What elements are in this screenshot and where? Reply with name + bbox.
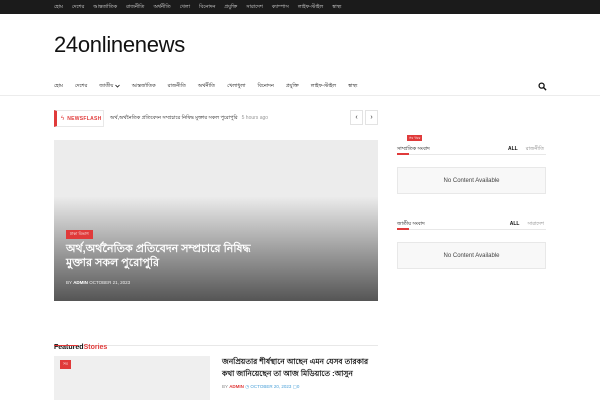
featured-meta: BY ADMIN ◷ OCTOBER 20, 2023 ▢0 <box>222 384 299 390</box>
post-date: OCTOBER 21, 2023 <box>89 280 131 285</box>
sidebar-widget-1: সব খবর সাম্প্রতিক সংবাদ ALL রাজনীতি No C… <box>397 135 546 194</box>
widget-accent-line <box>397 153 409 155</box>
top-nav-item[interactable]: সারাদেশ <box>246 3 263 11</box>
category-badge[interactable]: সব <box>60 360 71 369</box>
top-nav: হোম দেশের আন্তর্জাতিক রাজনীতি অর্থনীতি খ… <box>54 3 342 11</box>
site-logo[interactable]: 24onlinenews <box>54 32 185 58</box>
newsflash-label: NEWSFLASH <box>67 115 102 122</box>
author-link[interactable]: ADMIN <box>229 384 244 389</box>
lightning-icon: ϟ <box>61 115 65 122</box>
category-badge[interactable]: ঢাকা বিভাগ <box>66 230 93 239</box>
top-nav-item[interactable]: রাজনীতি <box>126 3 144 11</box>
sidebar-widget-2: জাতীয় সংবাদ ALL সারাদেশ No Content Avai… <box>397 218 546 269</box>
empty-state: No Content Available <box>397 167 546 194</box>
post-date: OCTOBER 20, 2023 <box>250 384 292 389</box>
by-label: BY <box>222 384 228 389</box>
main-nav-item[interactable]: আন্তর্জাতিক <box>132 83 156 91</box>
top-nav-item[interactable]: ক্যাম্পাস <box>272 3 289 11</box>
main-nav-item[interactable]: প্রযুক্তি <box>286 83 299 91</box>
comment-count[interactable]: 0 <box>297 384 300 389</box>
main-nav-item[interactable]: স্বাস্থ্য <box>348 83 357 91</box>
widget-accent-line <box>397 228 409 230</box>
by-label: BY <box>66 280 72 285</box>
top-nav-item[interactable]: বিনোদন <box>199 3 215 11</box>
main-nav-item[interactable]: রাজনীতি <box>168 83 186 91</box>
chevron-down-icon <box>114 84 120 88</box>
main-nav-item[interactable]: লাইফ-স্টাইল <box>311 83 336 91</box>
main-nav: হোম দেশের জাতীয় আন্তর্জাতিক রাজনীতি অর্… <box>0 78 600 96</box>
main-nav-item-dropdown[interactable]: জাতীয় <box>99 83 120 91</box>
top-nav-item[interactable]: অর্থনীতি <box>153 3 170 11</box>
main-nav-item[interactable]: দেশের <box>75 83 87 91</box>
main-nav-item[interactable]: খেলাধুলা <box>227 83 245 91</box>
tab-category[interactable]: সারাদেশ <box>527 221 544 229</box>
top-nav-item[interactable]: আন্তর্জাতিক <box>93 3 117 11</box>
tab-all[interactable]: ALL <box>510 221 520 229</box>
search-icon[interactable] <box>538 82 547 91</box>
widget-tag: সব খবর <box>407 135 423 141</box>
ticker-next-button[interactable]: › <box>365 110 378 125</box>
hero-meta: BY ADMIN OCTOBER 21, 2023 <box>66 280 130 285</box>
chevron-right-icon: › <box>370 114 373 121</box>
top-nav-item[interactable]: হোম <box>54 3 63 11</box>
top-bar: হোম দেশের আন্তর্জাতিক রাজনীতি অর্থনীতি খ… <box>0 0 600 14</box>
top-nav-item[interactable]: খেলা <box>180 3 191 11</box>
top-nav-item[interactable]: স্বাস্থ্য <box>332 3 341 11</box>
featured-title[interactable]: জনপ্রিয়তার শীর্ষস্থানে আছেন এমন যেসব তা… <box>222 356 378 380</box>
hero-article[interactable]: ঢাকা বিভাগ অর্থ,অর্থনৈতিক প্রতিবেদন সম্প… <box>54 140 378 301</box>
ticker-time: 5 hours ago <box>241 115 269 121</box>
author-link[interactable]: ADMIN <box>73 280 88 285</box>
hero-title[interactable]: অর্থ,অর্থনৈতিক প্রতিবেদন সম্প্রচারে নিষি… <box>66 242 276 270</box>
top-nav-item[interactable]: লাইফ-স্টাইল <box>298 3 323 11</box>
newsflash-ticker: ϟ NEWSFLASH অর্থ,অর্থনৈতিক প্রতিবেদন সম্… <box>54 110 378 127</box>
top-nav-item[interactable]: প্রযুক্তি <box>224 3 237 11</box>
widget-header: জাতীয় সংবাদ ALL সারাদেশ <box>397 218 546 230</box>
tab-category[interactable]: রাজনীতি <box>526 146 544 154</box>
main-nav-item[interactable]: বিনোদন <box>258 83 274 91</box>
featured-thumbnail[interactable]: সব <box>54 356 210 400</box>
tab-all[interactable]: ALL <box>508 146 518 154</box>
chevron-left-icon: ‹ <box>355 114 358 121</box>
ticker-headline-text: অর্থ,অর্থনৈতিক প্রতিবেদন সম্প্রচারে নিষি… <box>110 115 238 121</box>
clock-icon: ◷ <box>245 384 250 389</box>
ticker-prev-button[interactable]: ‹ <box>350 110 363 125</box>
main-nav-item[interactable]: হোম <box>54 83 63 91</box>
widget-header: সব খবর সাম্প্রতিক সংবাদ ALL রাজনীতি <box>397 135 546 155</box>
top-nav-item[interactable]: দেশের <box>72 3 84 11</box>
newsflash-badge: ϟ NEWSFLASH <box>54 110 104 127</box>
ticker-headline[interactable]: অর্থ,অর্থনৈতিক প্রতিবেদন সম্প্রচারে নিষি… <box>110 115 268 123</box>
main-nav-item-label: জাতীয় <box>99 83 114 89</box>
main-nav-item[interactable]: অর্থনীতি <box>198 83 215 91</box>
featured-stories-heading: FeaturedStories <box>54 336 378 351</box>
featured-title-part2: Stories <box>83 344 108 351</box>
heading-underline <box>54 345 78 346</box>
empty-state: No Content Available <box>397 242 546 269</box>
